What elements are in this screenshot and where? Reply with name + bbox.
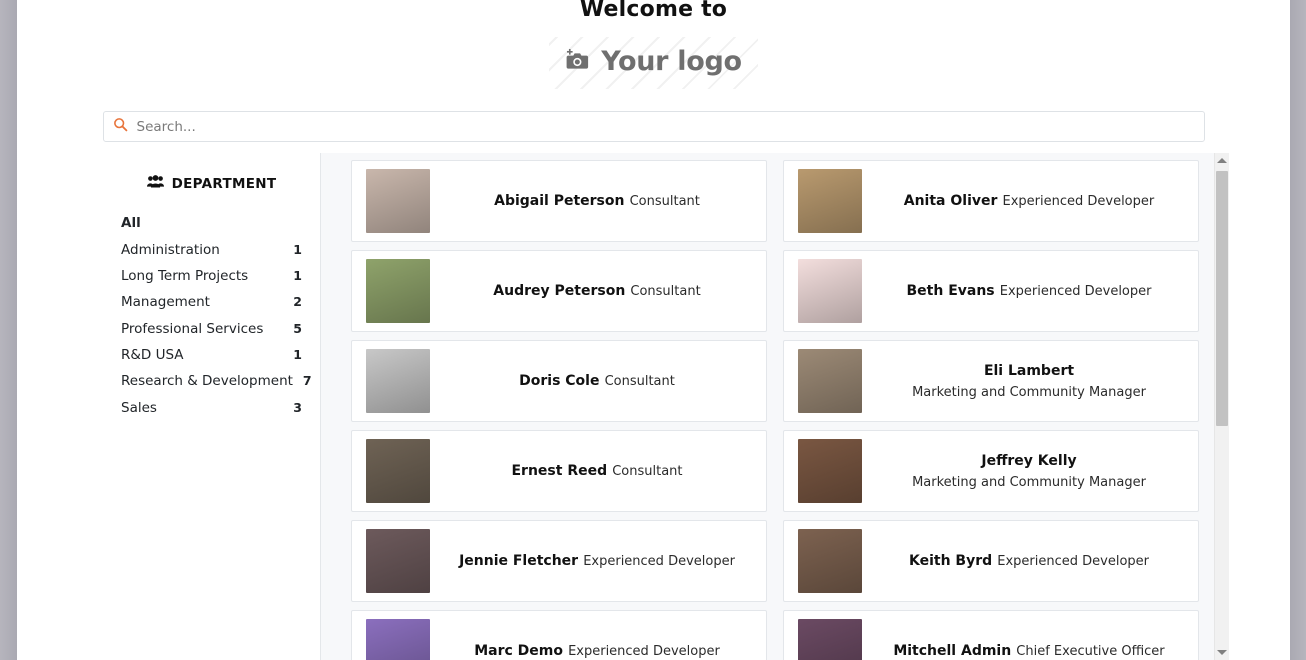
employee-job-title: Consultant [629,194,700,209]
employee-name: Doris Cole [519,373,600,389]
sidebar-item-count: 3 [293,399,302,415]
employee-name: Marc Demo [474,643,563,659]
employee-name: Jennie Fletcher [459,553,579,569]
avatar [366,169,430,233]
sidebar-item-management[interactable]: Management 2 [121,289,302,315]
avatar [366,349,430,413]
search-icon [113,117,128,136]
employee-name: Eli Lambert [983,362,1075,379]
page-content: Welcome to Your logo Search... DEPARTMEN… [17,0,1290,660]
employee-job-title: Chief Executive Officer [1016,644,1165,659]
employee-job-title: Consultant [630,284,701,299]
employee-job-title: Consultant [612,464,683,479]
search-box[interactable] [102,111,1205,142]
list-item[interactable]: Jeffrey Kelly Marketing and Community Ma… [775,430,1207,520]
sidebar-item-long-term-projects[interactable]: Long Term Projects 1 [121,263,302,289]
sidebar-item-professional-services[interactable]: Professional Services 5 [121,316,302,342]
employee-job-title: Marketing and Community Manager [912,384,1146,400]
list-item[interactable]: Marc Demo Experienced Developer [343,610,775,660]
list-item[interactable]: Keith Byrd Experienced Developer [775,520,1207,610]
employee-job-title: Consultant [604,374,675,389]
employee-name: Ernest Reed [511,463,608,479]
sidebar-title: DEPARTMENT [121,175,302,192]
sidebar-item-label: Professional Services [121,320,264,337]
sidebar-item-research-development[interactable]: Research & Development 7 [121,368,312,394]
avatar [366,619,430,660]
sidebar-item-label: All [121,215,141,232]
avatar [366,529,430,593]
list-item[interactable]: Audrey Peterson Consultant [343,250,775,340]
employee-job-title: Experienced Developer [568,644,720,659]
employee-name: Abigail Peterson [494,193,625,209]
sidebar-item-label: Sales [121,399,157,416]
sidebar-item-count: 1 [293,347,302,363]
sidebar-item-count: 1 [293,267,302,283]
sidebar-item-all[interactable]: All [121,210,302,236]
employee-card-grid: Abigail Peterson Consultant Anita Oliver… [321,153,1229,660]
employee-name: Jeffrey Kelly [981,452,1077,469]
employee-job-title: Experienced Developer [997,554,1149,569]
logo-placeholder[interactable]: Your logo [549,37,758,89]
sidebar-item-count: 5 [293,320,302,336]
logo-placeholder-label: Your logo [601,46,742,77]
sidebar-title-label: DEPARTMENT [171,175,277,192]
sidebar-item-label: Long Term Projects [121,267,249,284]
sidebar-item-count: 2 [293,294,302,310]
employee-name: Mitchell Admin [893,643,1012,659]
avatar [798,169,862,233]
search-input[interactable] [136,118,1195,135]
scrollbar-down-arrow[interactable] [1215,645,1229,660]
welcome-heading: Welcome to [579,0,728,22]
employee-name: Beth Evans [906,283,995,299]
employee-job-title: Marketing and Community Manager [912,474,1146,490]
employee-directory: Abigail Peterson Consultant Anita Oliver… [321,153,1229,660]
logo-area: Your logo [17,37,1290,89]
main-body: DEPARTMENT All Administration 1 Long Ter… [103,153,1229,660]
avatar [798,619,862,660]
sidebar-item-count: 1 [293,241,302,257]
avatar [798,439,862,503]
avatar [798,259,862,323]
list-item[interactable]: Abigail Peterson Consultant [343,160,775,250]
sidebar-item-label: Administration [121,241,220,258]
sidebar-item-label: Research & Development [121,373,293,390]
scrollbar-thumb[interactable] [1216,171,1228,426]
list-item[interactable]: Beth Evans Experienced Developer [775,250,1207,340]
content-scrollbar[interactable] [1214,153,1229,660]
sidebar-item-label: Management [121,294,210,311]
browser-window: Welcome to Your logo Search... DEPARTMEN… [0,0,1306,660]
employee-job-title: Experienced Developer [1002,194,1155,209]
sidebar-item-rd-usa[interactable]: R&D USA 1 [121,342,302,368]
camera-plus-icon [565,48,591,76]
sidebar-item-count: 7 [302,373,312,389]
list-item[interactable]: Mitchell Admin Chief Executive Officer [775,610,1207,660]
list-item[interactable]: Ernest Reed Consultant [343,430,775,520]
scrollbar-up-arrow[interactable] [1215,153,1229,168]
department-sidebar: DEPARTMENT All Administration 1 Long Ter… [103,153,321,660]
sidebar-item-administration[interactable]: Administration 1 [121,236,302,262]
sidebar-item-label: R&D USA [121,347,184,364]
department-list: All Administration 1 Long Term Projects … [121,210,312,421]
employee-name: Keith Byrd [909,553,993,569]
window-chrome-left [0,0,17,660]
search-row [102,111,1205,142]
employee-job-title: Experienced Developer [583,554,735,569]
list-item[interactable]: Jennie Fletcher Experienced Developer [343,520,775,610]
employee-name: Audrey Peterson [493,283,626,299]
employee-name: Anita Oliver [903,193,998,209]
avatar [366,259,430,323]
list-item[interactable]: Eli Lambert Marketing and Community Mana… [775,340,1207,430]
avatar [798,349,862,413]
window-chrome-right [1290,0,1306,660]
list-item[interactable]: Doris Cole Consultant [343,340,775,430]
users-group-icon [146,175,164,192]
sidebar-item-sales[interactable]: Sales 3 [121,395,302,421]
list-item[interactable]: Anita Oliver Experienced Developer [775,160,1207,250]
avatar [798,529,862,593]
avatar [366,439,430,503]
employee-job-title: Experienced Developer [999,284,1152,299]
